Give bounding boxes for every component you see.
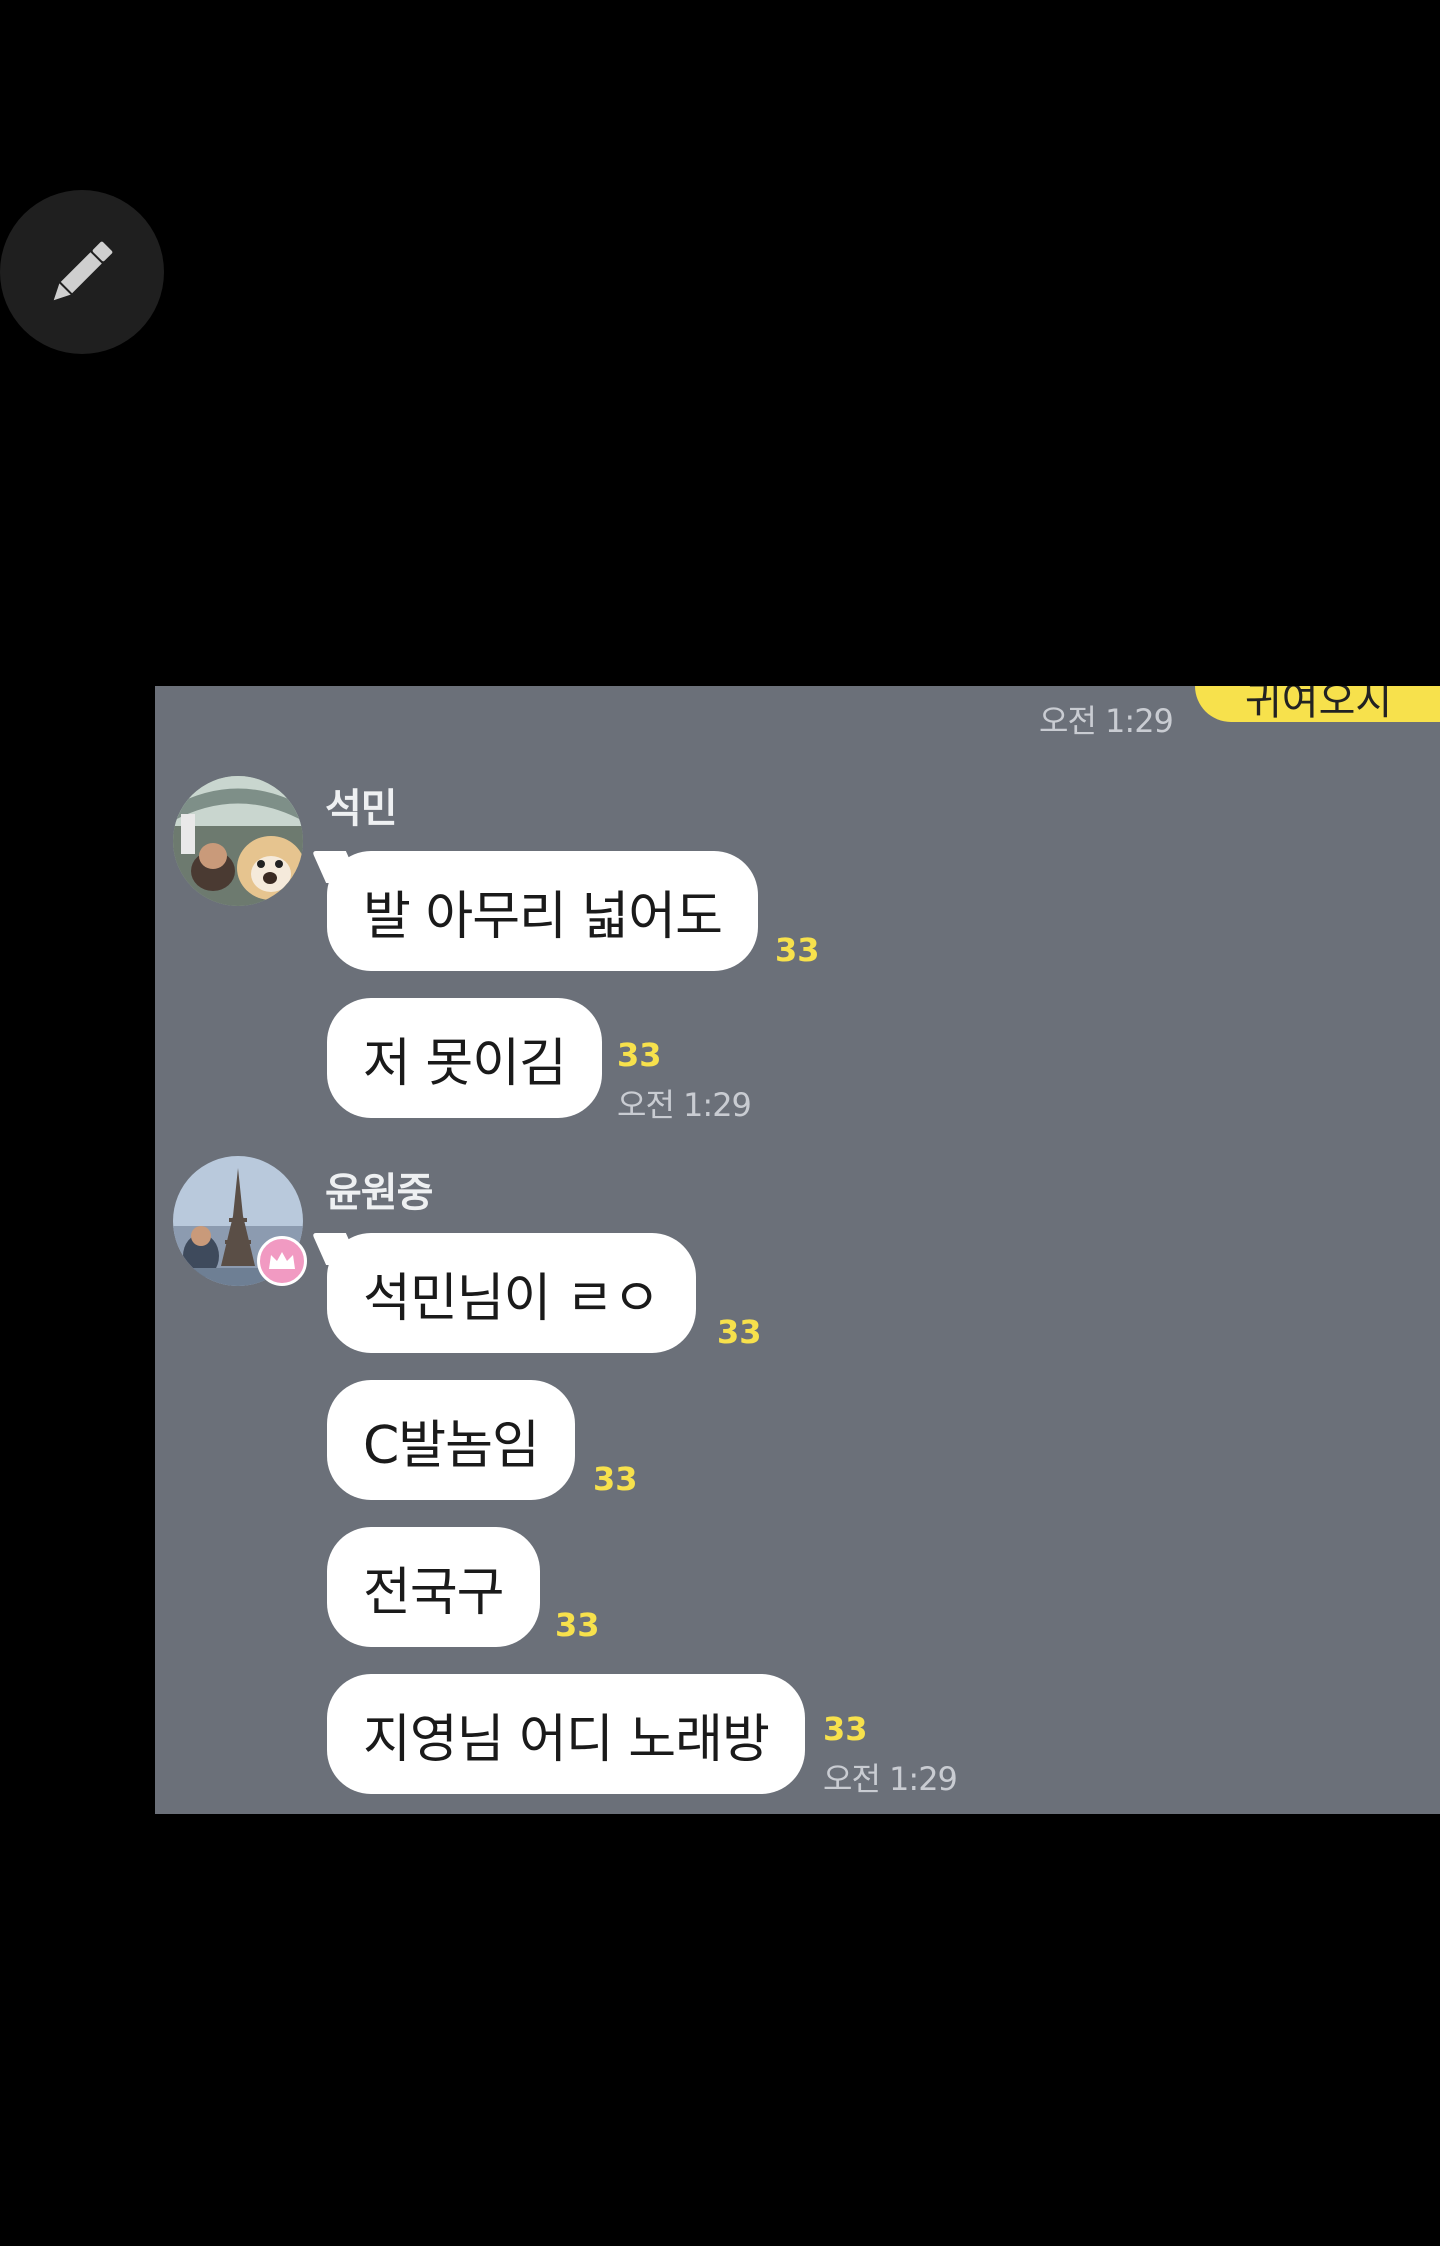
message-time: 오전 1:29 [1039,702,1174,740]
message-bubble[interactable]: 발 아무리 넓어도 [327,851,758,971]
message-text: 전국구 [363,1562,505,1623]
avatar[interactable] [173,776,303,906]
message-bubble[interactable]: 석민님이 ㄹㅇ [327,1233,696,1353]
crown-icon [269,1252,295,1269]
message-bubble[interactable]: 저 못이김 [327,998,602,1118]
message-text: 저 못이김 [363,1033,567,1094]
message-bubble[interactable]: 전국구 [327,1527,540,1647]
message-bubble[interactable]: 지영님 어디 노래방 [327,1674,805,1794]
unread-count: 33 [717,1313,762,1351]
my-message-bubble[interactable]: 귀여오시 [1195,686,1440,724]
message-text: 지영님 어디 노래방 [363,1709,770,1770]
edit-button[interactable] [0,190,164,354]
my-message-text: 귀여오시 [1245,686,1393,724]
unread-count: 33 [617,1036,662,1074]
message-text: C발놈임 [363,1415,540,1476]
unread-count: 33 [593,1460,638,1498]
pencil-icon [53,241,113,301]
unread-count: 33 [555,1606,600,1644]
crown-badge [257,1236,307,1286]
dog-photo-avatar [173,776,303,906]
sender-name: 석민 [325,786,398,832]
unread-count: 33 [823,1710,868,1748]
chat-screenshot: 귀여오시 오전 1:29 석민 발 아무리 넓어도 33 저 못이김 33 오전… [155,686,1440,1814]
message-time: 오전 1:29 [617,1086,752,1124]
sender-name: 윤원중 [325,1170,433,1216]
message-text: 석민님이 ㄹㅇ [363,1268,661,1329]
message-text: 발 아무리 넓어도 [363,886,723,947]
message-bubble[interactable]: C발놈임 [327,1380,575,1500]
message-time: 오전 1:29 [823,1760,958,1798]
unread-count: 33 [775,931,820,969]
